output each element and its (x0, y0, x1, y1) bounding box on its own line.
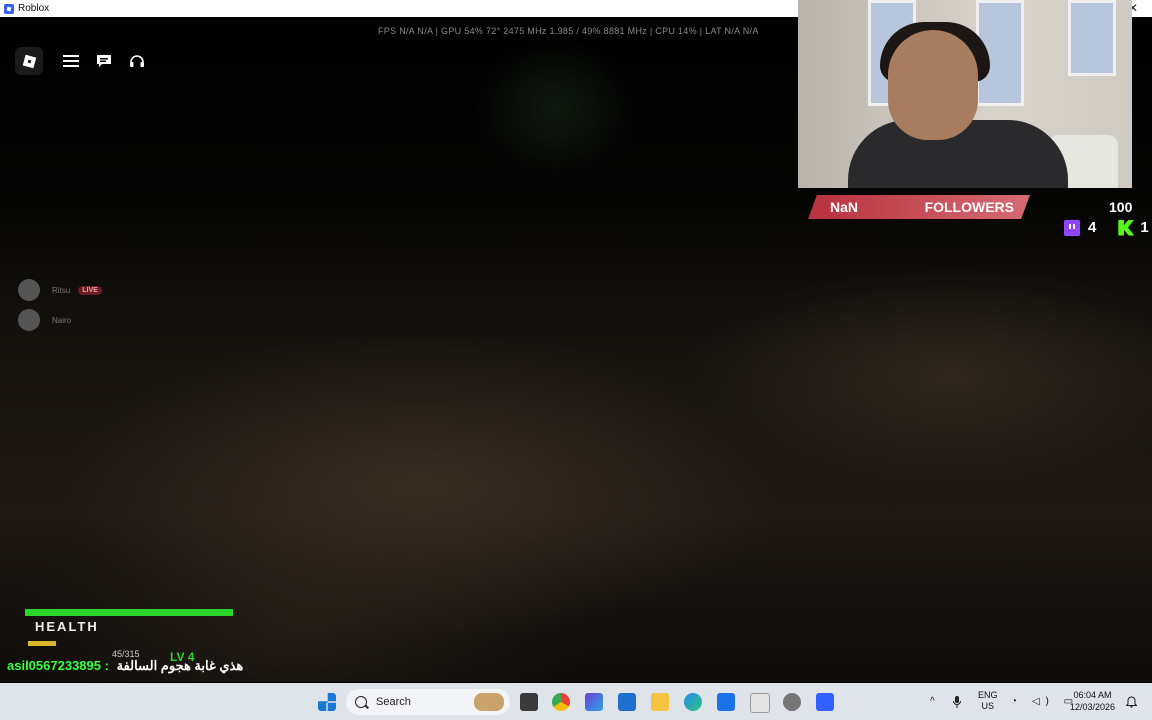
app-icon[interactable] (618, 693, 636, 711)
hamburger-icon (63, 55, 79, 67)
player-name: Nairo (52, 315, 72, 325)
chat-button[interactable] (90, 47, 118, 75)
follower-goal: 100 (1109, 199, 1133, 215)
notification-bell-icon[interactable] (1126, 696, 1137, 708)
roblox-menu-button[interactable] (15, 47, 43, 75)
network-volume-battery-icons[interactable]: ◔ ◁) ▭ (1011, 696, 1079, 707)
headset-icon (130, 55, 144, 67)
taskbar-search[interactable]: Search (346, 689, 510, 715)
taskbar: Search ^ ENG US ◔ ◁) ▭ 06:04 AM 12/03/20… (0, 683, 1152, 720)
player-entry[interactable]: Nairo (18, 305, 102, 335)
xp-bar (28, 641, 56, 646)
task-view-icon[interactable] (520, 693, 538, 711)
health-bar (25, 609, 233, 616)
health-label: HEALTH (35, 619, 99, 634)
chat-text: هذي غابة هجوم السالفة (116, 658, 244, 673)
search-highlight-icon (474, 693, 504, 711)
streamer-face (888, 30, 978, 140)
chrome-icon[interactable] (552, 693, 570, 711)
live-badge: LIVE (78, 285, 102, 295)
chat-username: asil0567233895 : (7, 658, 109, 673)
kick-icon (1118, 219, 1135, 236)
tray-overflow-icon[interactable]: ^ (930, 683, 935, 720)
language-indicator[interactable]: ENG US (978, 690, 998, 712)
hamburger-menu-button[interactable] (57, 47, 85, 75)
background-window (1068, 0, 1116, 76)
kick-count: 1 (1140, 219, 1149, 236)
performance-stats: FPS N/A N/A | GPU 54% 72° 2475 MHz 1.985… (378, 26, 759, 36)
copilot-icon[interactable] (585, 693, 603, 711)
roblox-logo-icon (22, 54, 36, 68)
player-list: Ritsu LIVE Nairo (18, 275, 102, 335)
windows-start-icon[interactable] (318, 693, 336, 711)
store-icon[interactable] (750, 693, 770, 713)
roblox-app-icon (4, 3, 14, 14)
platform-counts: 4 1 (1064, 219, 1149, 236)
obs-icon[interactable] (783, 693, 801, 711)
chat-icon (97, 54, 111, 67)
search-icon (355, 696, 367, 708)
player-name: Ritsu (52, 285, 71, 295)
twitch-icon (1064, 219, 1080, 236)
window-title: Roblox (18, 3, 50, 14)
twitch-count: 4 (1088, 219, 1097, 236)
region-code: US (981, 701, 995, 711)
outlook-icon[interactable] (717, 693, 735, 711)
voice-chat-button[interactable] (123, 47, 151, 75)
player-entry[interactable]: Ritsu LIVE (18, 275, 102, 305)
microphone-icon[interactable] (953, 696, 961, 708)
follower-goal-bar: NaN FOLLOWERS (808, 195, 1030, 219)
follower-label: FOLLOWERS (924, 199, 1014, 215)
date: 12/03/2026 (1070, 702, 1116, 712)
roblox-taskbar-icon[interactable] (816, 693, 834, 711)
edge-icon[interactable] (684, 693, 702, 711)
search-placeholder: Search (376, 696, 411, 708)
follower-count: NaN (830, 199, 859, 215)
webcam-feed (798, 0, 1132, 188)
clock[interactable]: 06:04 AM 12/03/2026 (1070, 689, 1115, 713)
avatar (18, 309, 40, 331)
avatar (18, 279, 40, 301)
file-explorer-icon[interactable] (651, 693, 669, 711)
time: 06:04 AM (1073, 690, 1112, 700)
language-code: ENG (978, 690, 998, 700)
chat-message: asil0567233895 : هذي غابة هجوم السالفة (7, 658, 243, 674)
